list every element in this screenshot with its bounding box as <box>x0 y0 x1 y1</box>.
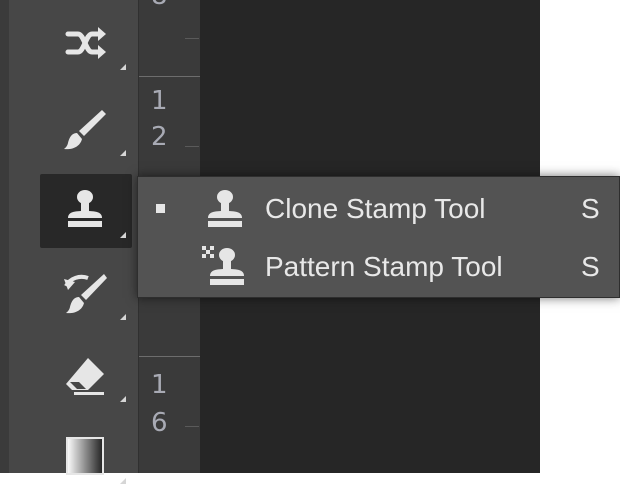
selected-indicator <box>156 204 165 213</box>
ruler-label: 1 <box>151 370 168 400</box>
gradient-icon <box>66 437 104 475</box>
menu-item-clone-stamp[interactable]: Clone Stamp Tool S <box>138 181 620 239</box>
tool-gradient[interactable] <box>40 420 132 494</box>
tool-eraser[interactable] <box>40 338 132 412</box>
tool-history-brush[interactable] <box>40 256 132 330</box>
ruler-label: 1 <box>151 86 168 116</box>
brush-icon <box>64 110 106 150</box>
tools-panel <box>9 0 138 484</box>
stamp-icon <box>68 190 102 227</box>
clone-stamp-icon <box>208 190 242 227</box>
ruler-tick <box>185 426 199 427</box>
menu-item-shortcut: S <box>581 193 600 224</box>
history-brush-icon <box>64 274 107 314</box>
submenu-indicator <box>120 478 126 484</box>
tool-stamp[interactable] <box>40 174 132 248</box>
tool-brush[interactable] <box>40 92 132 166</box>
ruler-tick <box>185 38 199 39</box>
submenu-indicator <box>120 64 126 70</box>
eraser-icon <box>66 358 104 395</box>
ruler-tick <box>139 356 201 357</box>
stamp-tool-flyout-menu: Clone Stamp Tool S Pattern Stamp Tool S <box>137 176 620 298</box>
tool-shuffle[interactable] <box>40 6 132 80</box>
submenu-indicator <box>120 232 126 238</box>
submenu-indicator <box>120 314 126 320</box>
ruler-label: 2 <box>151 122 168 152</box>
pattern-stamp-icon <box>202 246 244 285</box>
panel-edge <box>0 0 9 473</box>
ruler-label: 6 <box>151 408 168 438</box>
menu-item-pattern-stamp[interactable]: Pattern Stamp Tool S <box>138 239 620 297</box>
menu-item-shortcut: S <box>581 251 600 282</box>
submenu-indicator <box>120 150 126 156</box>
ruler-tick <box>139 76 201 77</box>
ruler-tick <box>185 146 199 147</box>
menu-item-label: Pattern Stamp Tool <box>265 251 503 282</box>
shuffle-arrows-icon <box>65 27 106 59</box>
ruler-label: 8 <box>151 0 168 9</box>
menu-item-label: Clone Stamp Tool <box>265 193 486 224</box>
submenu-indicator <box>120 396 126 402</box>
